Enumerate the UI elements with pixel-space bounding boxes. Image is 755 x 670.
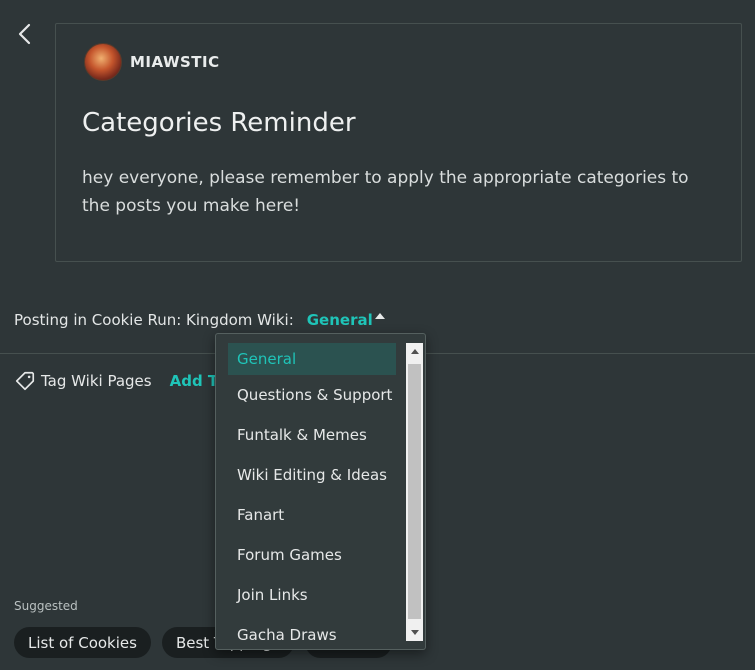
- scroll-up-button[interactable]: [406, 343, 423, 360]
- caret-up-icon[interactable]: [374, 313, 385, 319]
- dropdown-scrollbar[interactable]: [406, 343, 423, 641]
- posting-category-row: Posting in Cookie Run: Kingdom Wiki: Gen…: [14, 311, 385, 329]
- category-option-gacha-draws[interactable]: Gacha Draws: [228, 619, 396, 649]
- list-fade: [216, 333, 406, 334]
- arrow-up-icon: [410, 349, 419, 354]
- category-option-join-links[interactable]: Join Links: [228, 579, 396, 611]
- category-option-fanart[interactable]: Fanart: [228, 499, 396, 531]
- posting-label: Posting in Cookie Run: Kingdom Wiki:: [14, 311, 294, 329]
- category-select[interactable]: General: [307, 311, 373, 329]
- category-option-funtalk-memes[interactable]: Funtalk & Memes: [228, 419, 396, 451]
- category-option-forum-games[interactable]: Forum Games: [228, 539, 396, 571]
- post-author[interactable]: MIAWSTIC: [84, 43, 220, 81]
- scrollbar-thumb[interactable]: [408, 364, 421, 619]
- author-name[interactable]: MIAWSTIC: [130, 53, 220, 71]
- tag-wiki-pages-label: Tag Wiki Pages: [41, 372, 152, 390]
- category-dropdown[interactable]: General Questions & Support Funtalk & Me…: [215, 333, 426, 650]
- post-body: hey everyone, please remember to apply t…: [82, 168, 689, 216]
- suggested-label: Suggested: [14, 599, 78, 613]
- reminder-post-card: MIAWSTIC Categories Reminder hey everyon…: [55, 23, 742, 262]
- post-title: Categories Reminder: [82, 108, 356, 138]
- scroll-down-button[interactable]: [406, 624, 423, 641]
- chevron-left-icon: [18, 23, 31, 45]
- arrow-down-icon: [410, 630, 419, 635]
- suggested-chip[interactable]: List of Cookies: [14, 627, 151, 658]
- category-option-wiki-editing-ideas[interactable]: Wiki Editing & Ideas: [228, 459, 396, 491]
- back-button[interactable]: [14, 22, 38, 46]
- category-option-general[interactable]: General: [228, 343, 396, 375]
- avatar[interactable]: [84, 43, 122, 81]
- tag-wiki-pages-row: Tag Wiki Pages Add Tag: [14, 370, 237, 392]
- category-option-questions-support[interactable]: Questions & Support: [228, 379, 396, 411]
- tag-icon: [15, 371, 35, 391]
